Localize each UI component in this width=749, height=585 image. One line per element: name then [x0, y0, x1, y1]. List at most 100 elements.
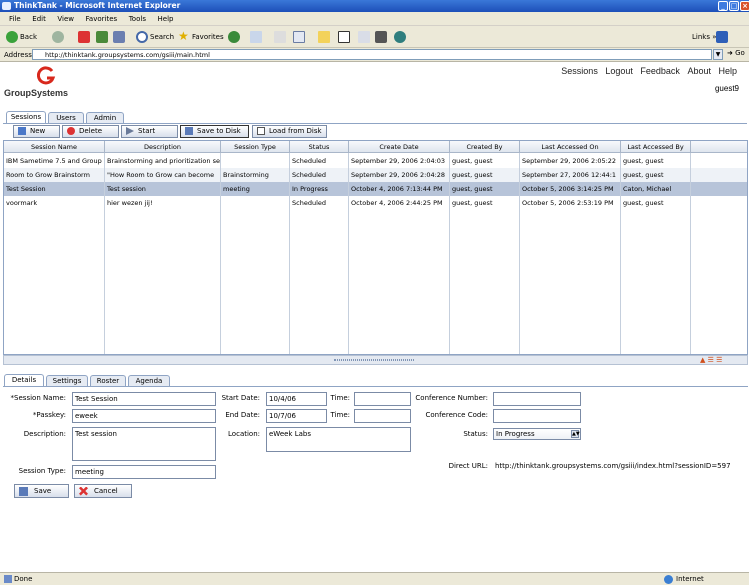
print-button[interactable]: [274, 30, 288, 44]
end-time-label: Time:: [330, 411, 351, 419]
start-session-button[interactable]: Start: [121, 125, 178, 138]
home-button[interactable]: [113, 30, 127, 44]
cell-session-name: voormark: [4, 196, 105, 210]
passkey-label: *Passkey:: [32, 411, 66, 419]
cell-create-date: September 29, 2006 2:04:03: [349, 154, 450, 168]
nav-sessions[interactable]: Sessions: [561, 66, 598, 76]
disk-icon: [185, 127, 193, 135]
tool-button[interactable]: [394, 30, 408, 44]
delete-icon: [67, 127, 75, 135]
cell-last-accessed-by: guest, guest: [621, 196, 691, 210]
direct-url-value[interactable]: http://thinktank.groupsystems.com/gsiii/…: [495, 462, 731, 470]
folder-button[interactable]: [318, 30, 332, 44]
column-header[interactable]: Session Name: [4, 141, 105, 153]
person-button[interactable]: [375, 30, 389, 44]
session-name-input[interactable]: Test Session: [72, 392, 216, 406]
passkey-input[interactable]: eweek: [72, 409, 216, 423]
cell-session-type: [221, 196, 290, 210]
forward-arrow-icon: [52, 31, 64, 43]
menu-edit[interactable]: Edit: [32, 12, 46, 26]
address-dropdown[interactable]: ▼: [713, 49, 723, 60]
nav-help[interactable]: Help: [718, 66, 737, 76]
cell-created-by: guest, guest: [450, 154, 520, 168]
cell-session-type: Brainstorming: [221, 168, 290, 182]
conference-code-label: Conference Code:: [425, 411, 488, 419]
app-logo-text: GroupSystems: [4, 88, 69, 98]
menu-favorites[interactable]: Favorites: [86, 12, 118, 26]
end-time-input[interactable]: [354, 409, 411, 423]
go-button[interactable]: ➜ Go: [727, 49, 745, 57]
forward-button[interactable]: [52, 30, 66, 44]
save-to-disk-button[interactable]: Save to Disk: [180, 125, 249, 138]
conference-code-input[interactable]: [493, 409, 581, 423]
end-date-input[interactable]: 10/7/06: [266, 409, 327, 423]
column-header[interactable]: Last Accessed By: [621, 141, 691, 153]
minimize-button[interactable]: _: [718, 1, 728, 11]
links-button[interactable]: Links »: [692, 30, 717, 44]
table-row[interactable]: voormark hier wezen jij! Scheduled Octob…: [4, 196, 747, 210]
window-title: ThinkTank - Microsoft Internet Explorer: [14, 1, 181, 10]
mail-button[interactable]: [250, 30, 264, 44]
maximize-button[interactable]: □: [729, 1, 739, 11]
star-icon: ★: [178, 29, 189, 43]
start-time-input[interactable]: [354, 392, 411, 406]
cell-description: "How Room to Grow can become: [105, 168, 221, 182]
status-bar: Done Internet: [0, 572, 749, 585]
nav-feedback[interactable]: Feedback: [640, 66, 680, 76]
save-button[interactable]: Save: [14, 484, 69, 498]
history-button[interactable]: [228, 30, 242, 44]
table-row[interactable]: IBM Sametime 7.5 and Group Brainstorming…: [4, 154, 747, 168]
description-textarea[interactable]: Test session: [72, 427, 216, 461]
status-select[interactable]: In Progress ▲▼: [493, 428, 581, 440]
back-arrow-icon: [6, 31, 18, 43]
load-from-disk-button[interactable]: Load from Disk: [252, 125, 327, 138]
address-input[interactable]: http://thinktank.groupsystems.com/gsiii/…: [32, 49, 712, 60]
splitter-grip[interactable]: [334, 359, 414, 361]
refresh-button[interactable]: [96, 30, 110, 44]
nav-logout[interactable]: Logout: [605, 66, 633, 76]
menu-view[interactable]: View: [57, 12, 74, 26]
history-icon: [228, 31, 240, 43]
session-type-input[interactable]: meeting: [72, 465, 216, 479]
chevron-down-icon[interactable]: ▲▼: [571, 430, 580, 438]
stop-button[interactable]: [78, 30, 92, 44]
menu-file[interactable]: File: [9, 12, 21, 26]
status-label: Status:: [463, 430, 488, 438]
cell-create-date: October 4, 2006 2:44:25 PM: [349, 196, 450, 210]
close-button[interactable]: ×: [740, 1, 749, 11]
location-textarea[interactable]: eWeek Labs: [266, 427, 411, 452]
status-text: Done: [14, 575, 33, 583]
cancel-x-icon: [79, 486, 88, 496]
refresh-icon: [96, 31, 108, 43]
nav-about[interactable]: About: [687, 66, 711, 76]
favorites-button[interactable]: ★ Favorites: [178, 30, 224, 44]
cancel-button[interactable]: Cancel: [74, 484, 132, 498]
column-header[interactable]: Create Date: [349, 141, 450, 153]
column-header[interactable]: Session Type: [221, 141, 290, 153]
new-session-button[interactable]: New: [13, 125, 60, 138]
search-button[interactable]: Search: [136, 30, 174, 44]
back-button[interactable]: Back: [6, 30, 37, 44]
cell-session-type: meeting: [221, 182, 290, 196]
edit-button[interactable]: [293, 30, 307, 44]
column-header[interactable]: Status: [290, 141, 349, 153]
menu-help[interactable]: Help: [158, 12, 174, 26]
messenger-button[interactable]: [338, 30, 352, 44]
splitter-arrows-icon[interactable]: ▲ ☰ ☰: [700, 356, 736, 364]
cell-session-name: Room to Grow Brainstorm: [4, 168, 105, 182]
cell-last-accessed-by: guest, guest: [621, 154, 691, 168]
conference-number-input[interactable]: [493, 392, 581, 406]
cell-description: hier wezen jij!: [105, 196, 221, 210]
column-header[interactable]: Description: [105, 141, 221, 153]
column-header[interactable]: Last Accessed On: [520, 141, 621, 153]
top-nav: Sessions Logout Feedback About Help: [556, 66, 737, 76]
stop-icon: [78, 31, 90, 43]
table-row[interactable]: Room to Grow Brainstorm "How Room to Gro…: [4, 168, 747, 182]
column-header[interactable]: Created By: [450, 141, 520, 153]
research-button[interactable]: [358, 30, 372, 44]
sessions-table: Session Name Description Session Type St…: [3, 140, 748, 355]
table-row-selected[interactable]: Test Session Test session meeting In Pro…: [4, 182, 747, 196]
delete-session-button[interactable]: Delete: [62, 125, 119, 138]
menu-tools[interactable]: Tools: [129, 12, 146, 26]
start-date-input[interactable]: 10/4/06: [266, 392, 327, 406]
